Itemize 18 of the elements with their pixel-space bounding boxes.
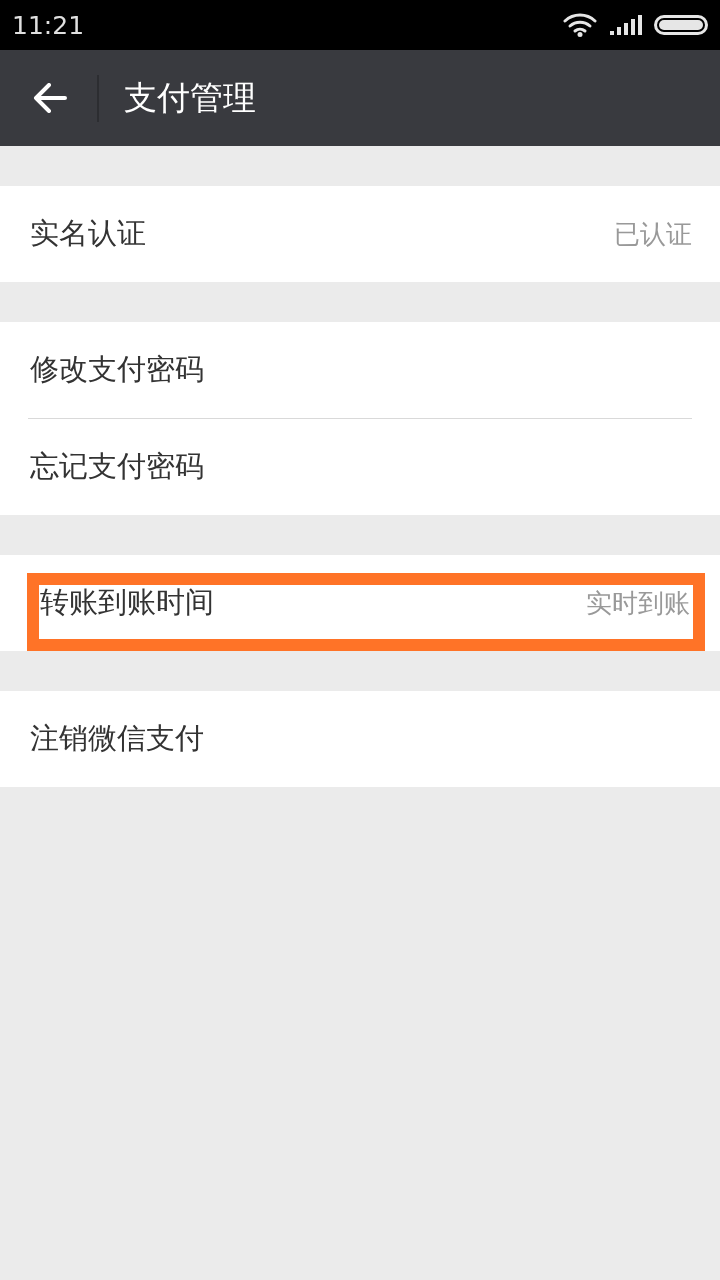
settings-row[interactable]: 修改支付密码 [0, 322, 720, 418]
settings-row[interactable]: 注销微信支付 [0, 691, 720, 787]
row-label: 注销微信支付 [30, 720, 204, 757]
signal-icon [610, 15, 642, 35]
settings-row[interactable]: 实名认证 已认证 [0, 186, 720, 282]
row-value: 已认证 [614, 217, 692, 251]
row-label: 忘记支付密码 [30, 448, 204, 485]
wifi-icon [563, 13, 597, 37]
settings-row[interactable]: 忘记支付密码 [0, 419, 720, 515]
status-time: 11:21 [12, 10, 85, 40]
page-title: 支付管理 [124, 76, 256, 119]
row-label: 修改支付密码 [30, 351, 204, 388]
row-label: 转账到账时间 [40, 584, 214, 621]
row-label: 实名认证 [30, 215, 146, 252]
settings-row[interactable]: 转账到账时间 实时到账 [0, 555, 720, 651]
row-value: 实时到账 [586, 586, 690, 620]
back-arrow-icon [33, 83, 67, 113]
battery-icon [654, 15, 708, 35]
